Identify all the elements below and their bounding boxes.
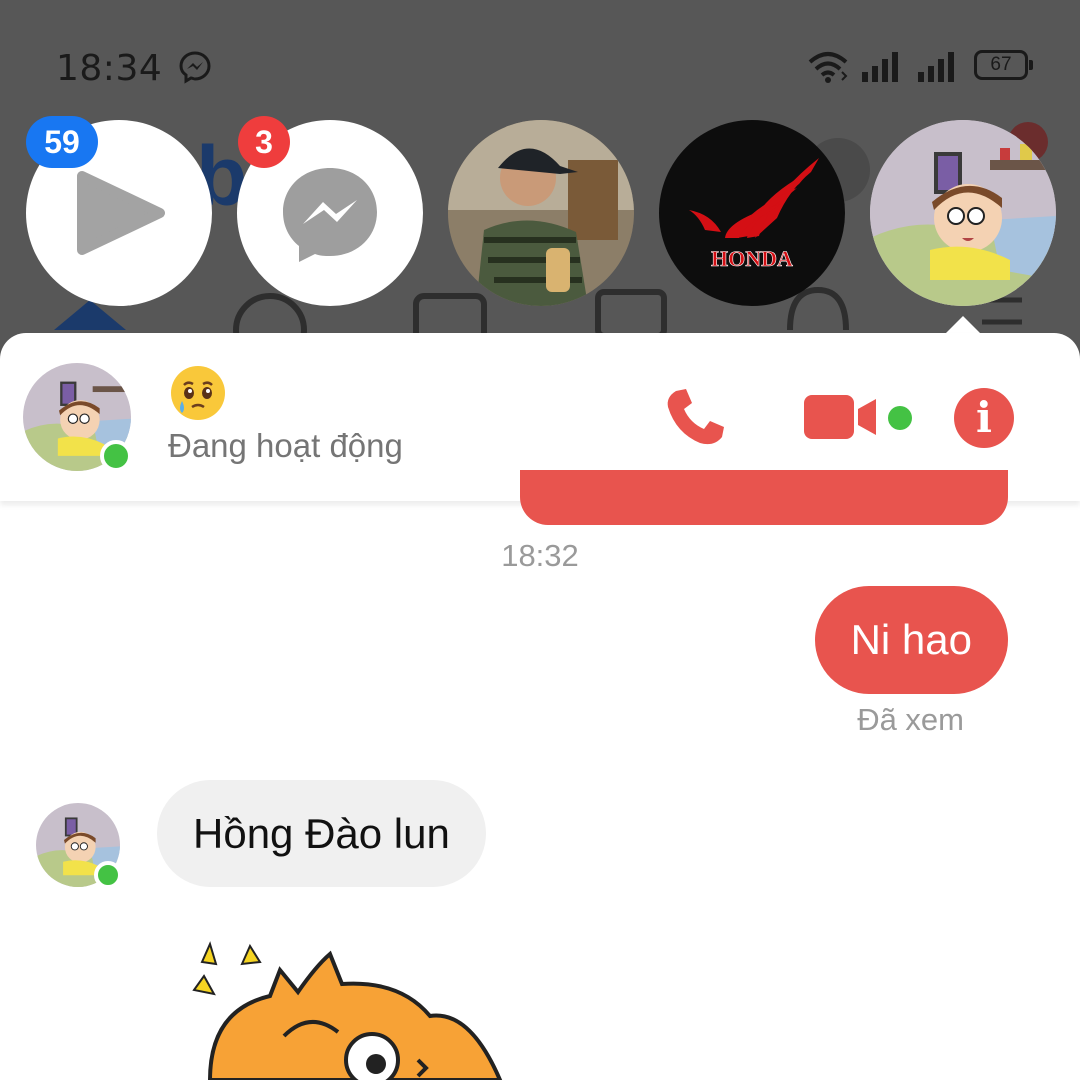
wifi-icon — [808, 52, 848, 83]
morty-chat-head[interactable] — [870, 120, 1056, 306]
active-status: Đang hoạt động — [168, 427, 403, 464]
orange-cat-sticker[interactable] — [180, 940, 520, 1080]
online-indicator — [100, 440, 132, 472]
battery-level: 67 — [990, 54, 1012, 75]
online-indicator — [94, 861, 122, 889]
cartoon-avatar — [870, 120, 1056, 306]
honda-chat-head[interactable]: HONDA — [659, 120, 845, 306]
received-message[interactable]: Hồng Đào lun — [157, 780, 486, 887]
photo-avatar — [448, 120, 634, 306]
messenger-notification-icon — [179, 51, 211, 84]
notification-badge: 3 — [238, 116, 290, 168]
holding-back-tears-emoji — [171, 366, 225, 420]
popup-pointer — [945, 316, 981, 334]
seen-status: Đã xem — [857, 702, 964, 737]
status-time: 18:34 — [56, 48, 163, 89]
sent-message[interactable]: Ni hao — [814, 586, 1008, 694]
honda-logo: HONDA — [681, 158, 823, 271]
previous-sent-message[interactable] — [520, 470, 1008, 525]
svg-text:HONDA: HONDA — [711, 246, 793, 271]
notification-badge: 59 — [26, 116, 98, 168]
status-bar: 18:34 67 — [0, 30, 1080, 106]
video-call-button[interactable] — [802, 391, 880, 443]
info-button[interactable]: i — [954, 388, 1014, 448]
signal-icon — [862, 52, 898, 82]
battery-icon: 67 — [974, 50, 1033, 80]
signal-icon — [918, 52, 954, 82]
person-chat-head[interactable] — [448, 120, 634, 306]
phone-call-button[interactable] — [662, 385, 728, 451]
info-icon: i — [976, 393, 992, 442]
message-timestamp: 18:32 — [501, 538, 579, 573]
video-available-indicator — [888, 406, 912, 430]
